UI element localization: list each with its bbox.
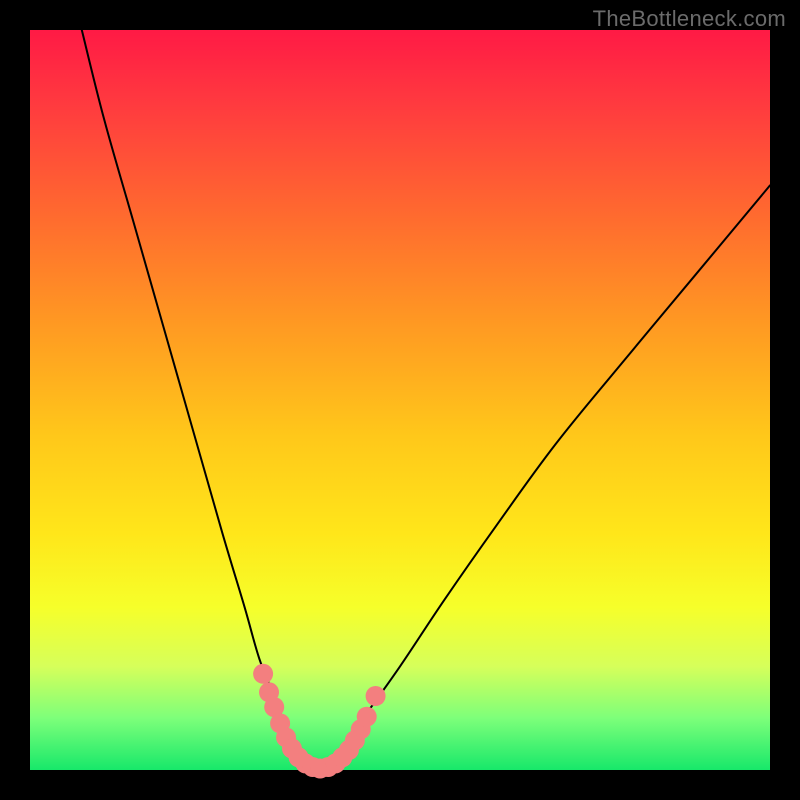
marker-dot [366, 686, 386, 706]
curve-layer [30, 30, 770, 770]
plot-area [30, 30, 770, 770]
watermark-text: TheBottleneck.com [593, 6, 786, 32]
marker-dot [253, 664, 273, 684]
curve-right-arm [311, 185, 770, 770]
marker-group [253, 664, 385, 779]
curve-left-arm [82, 30, 311, 770]
chart-frame: TheBottleneck.com [0, 0, 800, 800]
marker-dot [357, 707, 377, 727]
